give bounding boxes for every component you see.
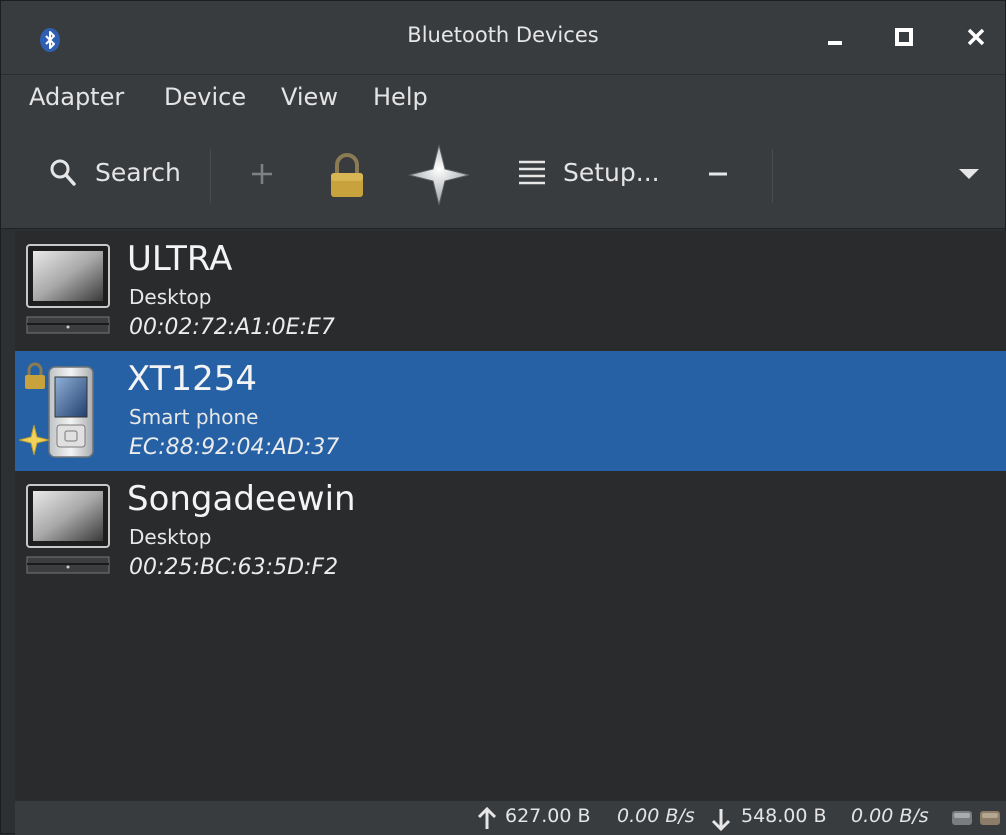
device-row-xt1254[interactable]: XT1254 Smart phone EC:88:92:04:AD:37 xyxy=(15,351,1006,471)
device-name: ULTRA xyxy=(127,239,233,279)
download-rate: 0.00 B/s xyxy=(851,805,929,827)
paired-star-icon xyxy=(18,424,50,456)
desktop-computer-icon xyxy=(26,484,110,574)
close-icon xyxy=(967,28,985,46)
menu-adapter[interactable]: Adapter xyxy=(29,83,124,111)
upload-arrow-icon xyxy=(477,807,497,829)
maximize-button[interactable] xyxy=(887,20,921,54)
setup-button[interactable]: Setup... xyxy=(517,157,660,187)
menu-help[interactable]: Help xyxy=(373,83,428,111)
download-total: 548.00 B xyxy=(741,805,827,827)
toolbar-overflow-button[interactable] xyxy=(957,165,981,181)
device-type: Desktop xyxy=(129,525,212,549)
trusted-lock-icon xyxy=(25,362,45,389)
device-name: Songadeewin xyxy=(127,479,356,519)
device-address: EC:88:92:04:AD:37 xyxy=(129,435,340,460)
upload-total: 627.00 B xyxy=(505,805,591,827)
device-list[interactable]: ULTRA Desktop 00:02:72:A1:0E:E7 XT1254 S… xyxy=(15,231,1006,801)
receive-led-icon xyxy=(980,811,1000,825)
search-icon xyxy=(50,159,76,186)
plus-icon xyxy=(252,164,272,184)
chevron-down-icon xyxy=(959,169,979,179)
desktop-computer-icon xyxy=(26,244,110,334)
device-name: XT1254 xyxy=(127,359,257,399)
close-button[interactable] xyxy=(959,20,993,54)
status-bar: 627.00 B 0.00 B/s 548.00 B 0.00 B/s xyxy=(15,801,1006,835)
menu-device[interactable]: Device xyxy=(164,83,246,111)
device-type: Smart phone xyxy=(129,405,259,429)
search-label: Search xyxy=(95,157,181,187)
menu-bar: Adapter Device View Help xyxy=(1,75,1005,125)
toolbar: Search Setup... xyxy=(1,125,1005,229)
maximize-icon xyxy=(895,28,913,46)
menu-view[interactable]: View xyxy=(281,83,338,111)
device-row-songadeewin[interactable]: Songadeewin Desktop 00:25:BC:63:5D:F2 xyxy=(15,471,1006,591)
list-icon xyxy=(519,160,545,185)
pair-button[interactable] xyxy=(405,141,473,209)
add-device-button[interactable] xyxy=(249,161,275,187)
device-address: 00:02:72:A1:0E:E7 xyxy=(129,315,335,340)
upload-rate: 0.00 B/s xyxy=(617,805,695,827)
window-title: Bluetooth Devices xyxy=(407,23,599,47)
toolbar-separator xyxy=(772,149,773,203)
transmit-led-icon xyxy=(952,811,972,825)
minus-icon xyxy=(709,172,727,176)
device-address: 00:25:BC:63:5D:F2 xyxy=(129,555,339,580)
star-icon xyxy=(408,144,470,206)
lock-icon xyxy=(331,153,363,197)
device-type: Desktop xyxy=(129,285,212,309)
search-button[interactable]: Search xyxy=(49,157,181,187)
remove-device-button[interactable] xyxy=(707,163,729,185)
toolbar-separator xyxy=(210,149,211,203)
bluetooth-devices-window: Bluetooth Devices Adapter Device View He… xyxy=(0,0,1006,835)
minimize-button[interactable] xyxy=(819,20,853,54)
download-arrow-icon xyxy=(711,809,731,831)
minimize-icon xyxy=(828,41,842,45)
device-row-ultra[interactable]: ULTRA Desktop 00:02:72:A1:0E:E7 xyxy=(15,231,1006,351)
setup-label: Setup... xyxy=(563,157,660,187)
title-bar[interactable]: Bluetooth Devices xyxy=(1,1,1005,75)
trust-button[interactable] xyxy=(327,151,367,199)
